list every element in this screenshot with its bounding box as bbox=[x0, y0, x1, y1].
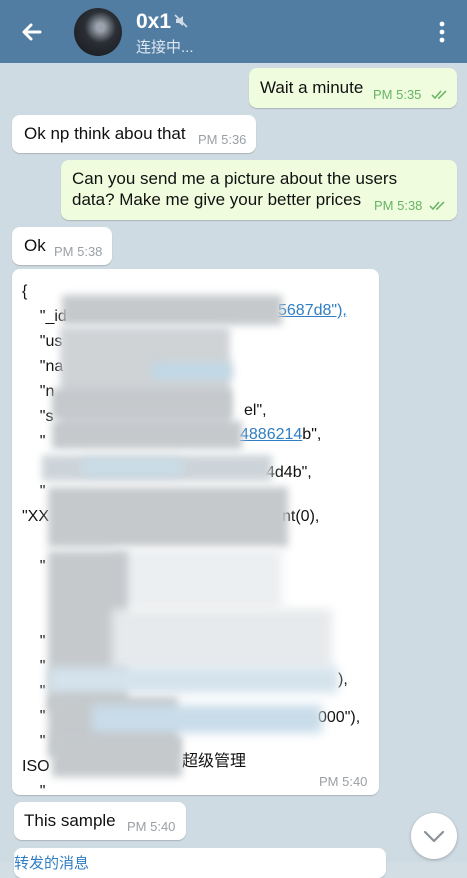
read-checkmarks-icon bbox=[431, 90, 447, 100]
message-bubble-outgoing[interactable]: Wait a minute PM 5:35 bbox=[249, 68, 457, 108]
chat-header: 0x1 连接中... bbox=[0, 0, 467, 63]
message-text-line1: Can you send me a picture about the user… bbox=[72, 169, 398, 188]
json-line: "_id bbox=[22, 308, 67, 325]
message-text: Wait a minute bbox=[260, 78, 364, 97]
json-line: { bbox=[22, 283, 28, 300]
json-xx-fragment: 4d4b", bbox=[266, 464, 312, 481]
message-text-line2: data? Make me give your better prices bbox=[72, 190, 362, 209]
message-text: This sample bbox=[24, 811, 116, 830]
redaction-mosaic bbox=[48, 487, 288, 547]
redaction-mosaic bbox=[52, 389, 232, 419]
message-text: Ok np think abou that bbox=[24, 124, 186, 143]
message-text: Ok bbox=[24, 236, 46, 255]
redaction-mosaic bbox=[112, 549, 282, 609]
json-el-fragment: el", bbox=[244, 402, 267, 419]
chat-title[interactable]: 0x1 bbox=[136, 10, 171, 34]
message-bubble-incoming[interactable]: Ok PM 5:38 bbox=[12, 227, 112, 265]
back-arrow-icon[interactable] bbox=[18, 18, 46, 46]
scroll-down-button[interactable] bbox=[411, 813, 457, 859]
json-line: " bbox=[22, 783, 46, 795]
message-bubble-outgoing[interactable]: Can you send me a picture about the user… bbox=[61, 160, 457, 220]
redaction-mosaic bbox=[48, 667, 338, 693]
message-time: PM 5:40 bbox=[319, 774, 368, 789]
json-id-link: 5687d8"), bbox=[278, 302, 347, 319]
message-time: PM 5:35 bbox=[373, 87, 422, 102]
message-bubble-incoming[interactable]: Ok np think abou that PM 5:36 bbox=[12, 115, 256, 153]
chevron-down-icon bbox=[423, 830, 445, 843]
read-checkmarks-icon bbox=[429, 201, 445, 211]
redaction-mosaic bbox=[62, 295, 282, 325]
redaction-mosaic bbox=[52, 421, 242, 449]
redaction-mosaic bbox=[82, 459, 182, 475]
json-role-fragment: 超级管理 bbox=[182, 753, 247, 770]
redaction-mosaic bbox=[92, 705, 322, 733]
muted-icon bbox=[174, 14, 188, 28]
json-hash-fragment: 4886214b", bbox=[240, 426, 322, 443]
message-time: PM 5:40 bbox=[127, 819, 176, 834]
message-time: PM 5:38 bbox=[374, 198, 423, 213]
message-bubble-incoming[interactable]: This sample PM 5:40 bbox=[14, 802, 186, 840]
message-time: PM 5:38 bbox=[54, 244, 103, 259]
message-list[interactable]: Wait a minute PM 5:35 Ok np think abou t… bbox=[0, 63, 467, 878]
redaction-mosaic bbox=[152, 363, 232, 379]
more-options-icon[interactable] bbox=[436, 20, 448, 44]
json-paren-fragment: ), bbox=[338, 671, 348, 688]
json-date-fragment: 000"), bbox=[318, 709, 361, 726]
connection-status: 连接中... bbox=[136, 39, 194, 56]
redaction-mosaic bbox=[112, 609, 332, 669]
message-time: PM 5:36 bbox=[198, 132, 247, 147]
avatar[interactable] bbox=[74, 8, 122, 56]
redaction-mosaic bbox=[52, 737, 182, 777]
message-bubble-incoming-json[interactable]: { "_id "us "na "n "s " " "XX " " " " " " I… bbox=[12, 269, 379, 795]
forwarded-label: 转发的消息 bbox=[14, 855, 90, 872]
